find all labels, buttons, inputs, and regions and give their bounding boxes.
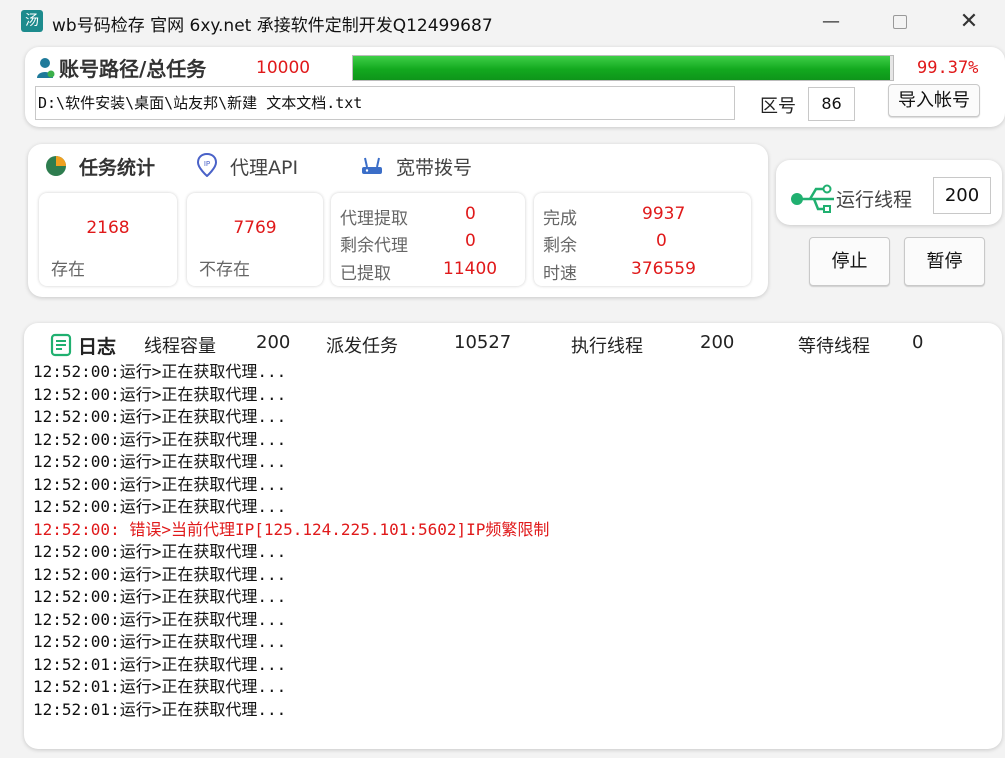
tab-broadband-dial[interactable]: 宽带拨号 (360, 153, 472, 180)
log-line: 12:52:00:运行>正在获取代理... (33, 564, 287, 584)
log-line: 12:52:00:运行>正在获取代理... (33, 632, 287, 651)
account-path-field[interactable]: D:\软件安装\桌面\站友邦\新建 文本文档.txt (35, 86, 735, 120)
not-exist-label: 不存在 (199, 260, 250, 280)
thread-count-field[interactable]: 200 (933, 177, 991, 214)
thread-label: 运行线程 (790, 183, 912, 215)
exist-label: 存在 (51, 260, 85, 280)
running-label: 执行线程 (571, 336, 643, 357)
maximize-icon (893, 15, 907, 29)
stop-button[interactable]: 停止 (809, 237, 890, 286)
proxy-remaining-label: 剩余代理 (340, 236, 408, 256)
log-output[interactable]: 12:52:00:运行>正在获取代理... 12:52:00:运行>正在获取代理.… (33, 361, 988, 739)
tab-task-stats[interactable]: 任务统计 (45, 153, 155, 180)
ip-location-icon: IP (196, 153, 218, 177)
progress-fill (353, 56, 890, 80)
tab-task-stats-label: 任务统计 (79, 157, 156, 179)
log-line: 12:52:01:运行>正在获取代理... (33, 699, 287, 719)
proxy-fetch-value: 0 (465, 204, 476, 224)
speed-label: 时速 (543, 264, 577, 284)
log-line: 12:52:00:运行>正在获取代理... (33, 474, 287, 494)
proxy-extracted-value: 11400 (443, 259, 498, 279)
log-line: 12:52:00:运行>正在获取代理... (33, 384, 287, 404)
tab-broadband-dial-label: 宽带拨号 (396, 157, 473, 179)
usb-connection-icon (791, 184, 834, 213)
exist-stat-card: 2168 存在 (39, 193, 177, 286)
progress-stat-card: 完成 9937 剩余 0 时速 376559 (534, 193, 751, 286)
waiting-label: 等待线程 (798, 336, 870, 357)
minimize-button[interactable]: — (808, 6, 854, 38)
log-line: 12:52:01:运行>正在获取代理... (33, 654, 287, 674)
waiting-value: 0 (912, 332, 924, 353)
not-exist-stat-card: 7769 不存在 (187, 193, 323, 286)
pause-button[interactable]: 暂停 (904, 237, 985, 286)
import-account-button[interactable]: 导入帐号 (888, 84, 980, 117)
account-label-text: 账号路径/总任务 (59, 57, 207, 81)
dispatched-label: 派发任务 (326, 336, 398, 357)
svg-text:IP: IP (204, 160, 210, 168)
proxy-remaining-value: 0 (465, 231, 476, 251)
log-title: 日志 (50, 332, 116, 359)
app-logo-icon: 汤 (21, 10, 43, 32)
capacity-value: 200 (256, 332, 291, 353)
progress-percent: 99.37% (917, 58, 979, 78)
capacity-label: 线程容量 (144, 336, 216, 357)
log-line: 12:52:00:运行>正在获取代理... (33, 407, 287, 426)
log-line: 12:52:00:运行>正在获取代理... (33, 587, 287, 606)
log-line: 12:52:00:运行>正在获取代理... (33, 429, 287, 449)
router-icon (362, 157, 382, 174)
exist-count: 2168 (86, 218, 130, 238)
proxy-stat-card: 代理提取 0 剩余代理 0 已提取 11400 (331, 193, 525, 286)
thread-label-text: 运行线程 (836, 189, 913, 211)
window-title: wb号码检存 官网 6xy.net 承接软件定制开发Q12499687 (52, 16, 493, 36)
remaining-label: 剩余 (543, 236, 577, 256)
tab-proxy-api-label: 代理API (230, 157, 299, 179)
maximize-button[interactable] (877, 6, 923, 38)
close-button[interactable]: ✕ (946, 6, 992, 38)
total-tasks: 10000 (256, 58, 311, 78)
proxy-extracted-label: 已提取 (340, 264, 391, 284)
log-line: 12:52:00:运行>正在获取代理... (33, 542, 287, 561)
remaining-value: 0 (656, 231, 667, 251)
done-value: 9937 (642, 204, 686, 224)
speed-value: 376559 (631, 259, 696, 279)
running-value: 200 (700, 332, 735, 353)
user-icon (37, 58, 55, 78)
proxy-fetch-label: 代理提取 (340, 209, 408, 229)
title-bar: 汤 wb号码检存 官网 6xy.net 承接软件定制开发Q12499687 — … (0, 0, 1005, 44)
area-code-label: 区号 (760, 96, 796, 117)
log-line: 12:52:01:运行>正在获取代理... (33, 677, 287, 696)
done-label: 完成 (543, 209, 577, 229)
log-line: 12:52:00:运行>正在获取代理... (33, 362, 287, 381)
not-exist-count: 7769 (233, 218, 277, 238)
account-label: 账号路径/总任务 (37, 53, 206, 82)
pie-chart-icon (46, 156, 66, 176)
area-code-field[interactable]: 86 (808, 87, 855, 121)
log-line: 12:52:00:运行>正在获取代理... (33, 609, 287, 629)
task-progress-bar (352, 55, 894, 81)
log-document-icon (50, 333, 72, 357)
log-title-text: 日志 (78, 336, 117, 358)
dispatched-value: 10527 (454, 332, 512, 353)
log-line: 12:52:00: 错误>当前代理IP[125.124.225.101:5602… (33, 519, 550, 539)
log-line: 12:52:00:运行>正在获取代理... (33, 497, 287, 516)
log-line: 12:52:00:运行>正在获取代理... (33, 452, 287, 471)
tab-proxy-api[interactable]: IP 代理API (196, 153, 298, 180)
